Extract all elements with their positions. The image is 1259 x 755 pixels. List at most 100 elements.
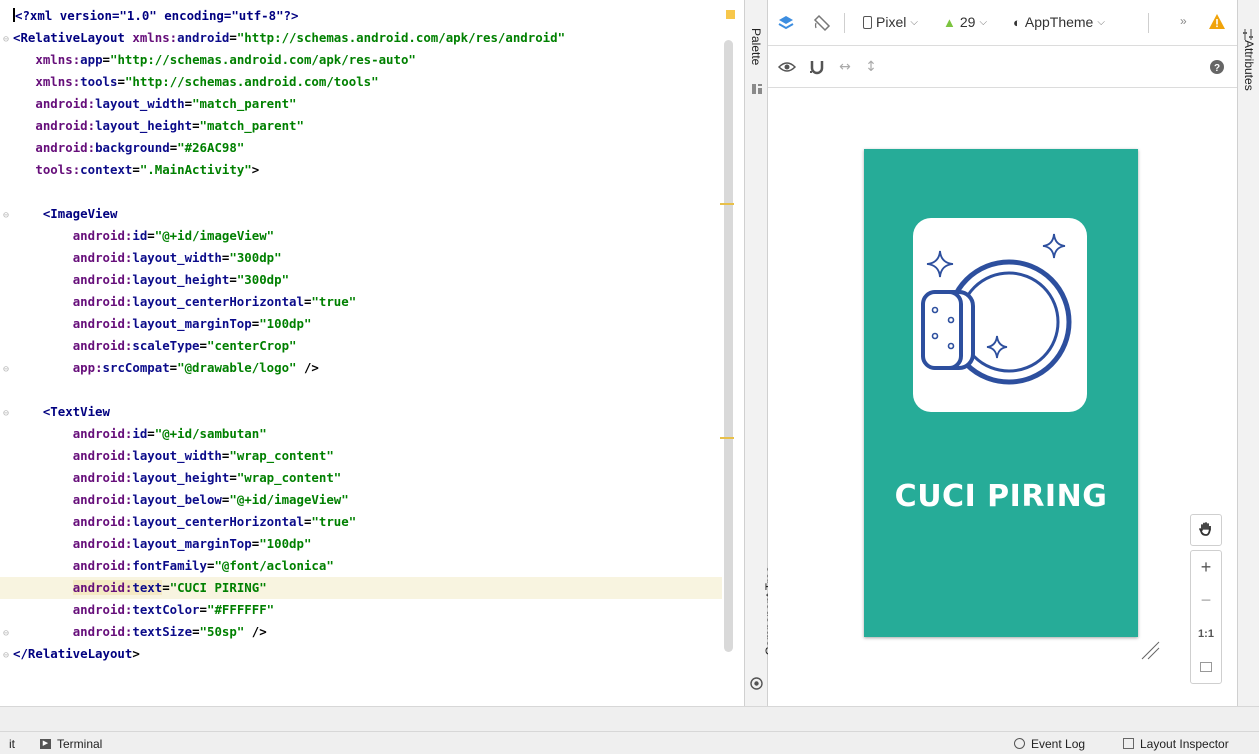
design-surface[interactable]: Pixel ⌵ ▲ 29 ⌵ ◐ AppTheme ⌵ » ↔ ↕ ? CUCI… <box>768 0 1237 706</box>
code-token-val: "#26AC98" <box>177 140 245 155</box>
code-line[interactable]: android:scaleType="centerCrop" <box>0 335 722 357</box>
code-token-ns: xmlns: <box>35 52 81 67</box>
code-line[interactable]: android:background="#26AC98" <box>0 137 722 159</box>
code-line[interactable]: android:id="@+id/sambutan" <box>0 423 722 445</box>
layout-inspector-tab[interactable]: Layout Inspector <box>1123 732 1229 755</box>
code-line[interactable]: android:layout_centerHorizontal="true" <box>0 291 722 313</box>
layout-preview[interactable]: CUCI PIRING <box>864 149 1138 637</box>
android-icon: ▲ <box>943 14 956 30</box>
vertical-resize-icon[interactable]: ↕ <box>862 58 880 76</box>
code-line[interactable] <box>0 181 722 203</box>
magnet-icon[interactable] <box>808 58 826 76</box>
code-line[interactable]: android:layout_width="match_parent" <box>0 93 722 115</box>
code-line[interactable]: android:layout_marginTop="100dp" <box>0 533 722 555</box>
fold-marker[interactable]: ⊖ <box>0 29 13 51</box>
code-token-val: "true" <box>311 514 357 529</box>
code-line[interactable]: ⊖ <ImageView <box>0 203 722 225</box>
resize-handle-icon[interactable] <box>1138 638 1160 660</box>
partial-tool-tab[interactable]: it <box>9 732 15 755</box>
attributes-tab[interactable]: Attributes <box>1242 40 1256 91</box>
terminal-label: Terminal <box>57 736 103 751</box>
code-line[interactable]: android:layout_marginTop="100dp" <box>0 313 722 335</box>
code-token-ns: app: <box>72 360 103 375</box>
code-line[interactable]: ⊖ android:textSize="50sp" /> <box>0 621 722 643</box>
logo-image[interactable] <box>913 218 1087 412</box>
eye-icon[interactable] <box>778 58 796 76</box>
code-line[interactable]: ⊖ </RelativeLayout> <box>0 643 722 665</box>
inspection-status-icon[interactable] <box>726 10 735 19</box>
code-token-tag: </RelativeLayout <box>13 646 133 661</box>
code-token-eq: = <box>147 426 155 441</box>
code-line[interactable]: <?xml version="1.0" encoding="utf-8"?> <box>0 5 722 27</box>
code-line[interactable]: ⊖ app:srcCompat="@drawable/logo" /> <box>0 357 722 379</box>
help-icon[interactable]: ? <box>1208 58 1226 76</box>
zoom-to-fit-button[interactable] <box>1191 650 1221 683</box>
palette-icon <box>751 80 763 94</box>
palette-tab[interactable]: Palette <box>749 28 763 65</box>
code-token-end: > <box>132 646 140 661</box>
code-line[interactable]: android:layout_width="wrap_content" <box>0 445 722 467</box>
code-line[interactable]: tools:context=".MainActivity"> <box>0 159 722 181</box>
orientation-icon[interactable] <box>812 13 832 33</box>
code-token-pi: <?xml version="1.0" encoding="utf-8"?> <box>15 8 299 23</box>
code-token-val: "300dp" <box>236 272 290 287</box>
code-token-attr: layout_width <box>132 250 222 265</box>
code-token-ns: xmlns: <box>132 30 178 45</box>
code-line[interactable]: android:fontFamily="@font/aclonica" <box>0 555 722 577</box>
scrollbar-warning-mark[interactable] <box>720 203 734 205</box>
zoom-in-button[interactable]: + <box>1191 551 1221 584</box>
code-line[interactable]: android:layout_height="300dp" <box>0 269 722 291</box>
code-line[interactable]: android:layout_width="300dp" <box>0 247 722 269</box>
layers-icon[interactable] <box>776 13 796 33</box>
code-line[interactable] <box>0 379 722 401</box>
code-token-ns: android: <box>72 470 133 485</box>
code-token-end: /> <box>296 360 319 375</box>
code-token-attr: app <box>80 52 103 67</box>
code-token-tag: <TextView <box>42 404 110 419</box>
code-token-eq: = <box>184 96 193 111</box>
code-token-attr: layout_marginTop <box>132 536 252 551</box>
code-token-ns: android: <box>72 272 133 287</box>
code-editor[interactable]: <?xml version="1.0" encoding="utf-8"?> ⊖ <… <box>0 0 744 706</box>
horizontal-resize-icon[interactable]: ↔ <box>836 58 854 76</box>
zoom-to-actual-size-button[interactable]: 1:1 <box>1191 617 1221 650</box>
code-line[interactable]: android:id="@+id/imageView" <box>0 225 722 247</box>
code-token-val: "match_parent" <box>199 118 304 133</box>
code-token-eq: = <box>162 580 170 595</box>
code-token-ns: xmlns: <box>35 74 81 89</box>
code-line[interactable]: android:textColor="#FFFFFF" <box>0 599 722 621</box>
terminal-tab[interactable]: ▶ Terminal <box>40 732 102 755</box>
code-line[interactable]: android:text="CUCI PIRING" <box>0 577 722 599</box>
zoom-out-button[interactable]: − <box>1191 584 1221 617</box>
code-token-eq: = <box>192 118 200 133</box>
api-level-selector[interactable]: ▲ 29 ⌵ <box>943 14 987 30</box>
warning-icon[interactable] <box>1207 12 1227 32</box>
event-log-tab[interactable]: Event Log <box>1014 732 1085 755</box>
pan-button[interactable] <box>1190 514 1222 546</box>
code-line[interactable]: xmlns:app="http://schemas.android.com/ap… <box>0 49 722 71</box>
fold-marker[interactable]: ⊖ <box>0 645 13 667</box>
chevron-down-icon: ⌵ <box>910 16 918 28</box>
code-line[interactable]: android:layout_below="@+id/imageView" <box>0 489 722 511</box>
theme-selector[interactable]: ◐ AppTheme ⌵ <box>1013 14 1105 30</box>
code-line[interactable]: android:layout_height="wrap_content" <box>0 467 722 489</box>
fold-marker[interactable]: ⊖ <box>0 623 13 645</box>
device-selector[interactable]: Pixel ⌵ <box>863 14 918 30</box>
code-line[interactable]: xmlns:tools="http://schemas.android.com/… <box>0 71 722 93</box>
code-line[interactable]: ⊖ <TextView <box>0 401 722 423</box>
code-token-val: "CUCI PIRING" <box>169 580 267 595</box>
more-actions-button[interactable]: » <box>1180 14 1187 28</box>
code-line[interactable]: ⊖ <RelativeLayout xmlns:android="http://s… <box>0 27 722 49</box>
fold-marker[interactable]: ⊖ <box>0 205 13 227</box>
code-line[interactable]: android:layout_centerHorizontal="true" <box>0 511 722 533</box>
attributes-label: Attributes <box>1242 40 1256 91</box>
layout-inspector-label: Layout Inspector <box>1140 736 1229 751</box>
scrollbar-warning-mark[interactable] <box>720 437 734 439</box>
fold-marker[interactable]: ⊖ <box>0 359 13 381</box>
fold-marker[interactable]: ⊖ <box>0 403 13 425</box>
editor-scrollbar[interactable] <box>724 40 733 652</box>
code-token-attr: layout_width <box>132 448 222 463</box>
code-line[interactable]: android:layout_height="match_parent" <box>0 115 722 137</box>
code-token-val: "http://schemas.android.com/apk/res-auto… <box>110 52 416 67</box>
preview-title-text[interactable]: CUCI PIRING <box>864 479 1138 514</box>
